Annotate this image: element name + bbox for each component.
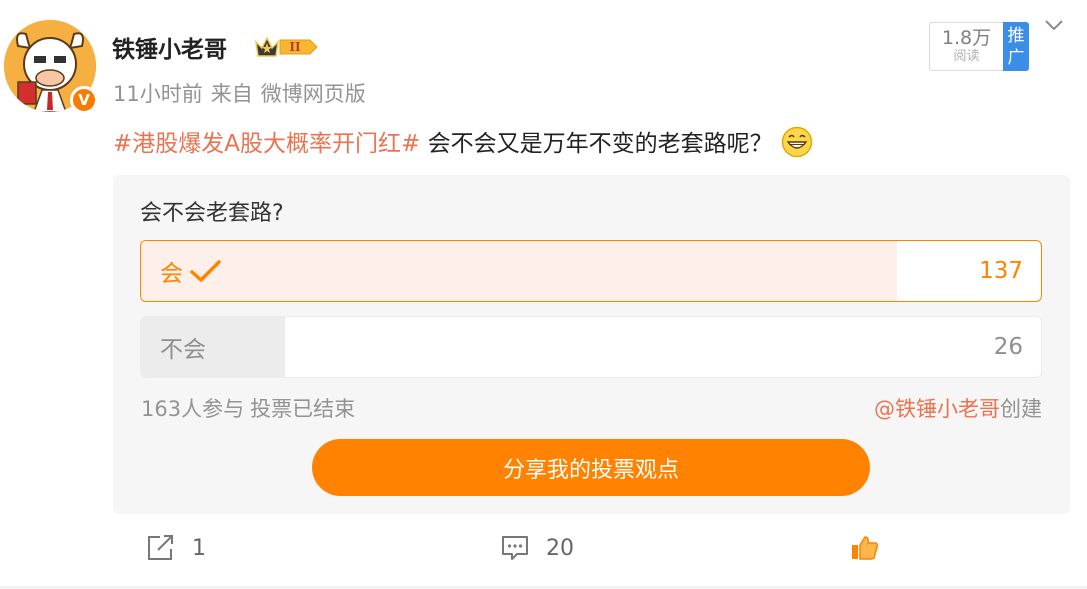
like-button[interactable]	[850, 534, 896, 562]
username[interactable]: 铁锤小老哥	[112, 30, 227, 64]
avatar[interactable]: V	[4, 20, 98, 114]
forward-button[interactable]: 1	[146, 534, 206, 562]
share-vote-button[interactable]: 分享我的投票观点	[312, 439, 870, 496]
poll-card: 会不会老套路? 会 137 不会 26 163人参与 投票已结束 @铁锤小老哥创建…	[113, 175, 1070, 514]
poll-option-yes-bar	[141, 241, 897, 301]
comment-count: 20	[546, 535, 574, 561]
verified-badge-icon: V	[70, 86, 98, 114]
chevron-down-icon[interactable]	[1043, 14, 1065, 36]
action-bar: 1 20	[0, 528, 1087, 578]
poll-option-yes[interactable]: 会 137	[140, 240, 1042, 302]
thumbs-up-icon	[852, 536, 879, 560]
poll-creator: @铁锤小老哥创建	[874, 393, 1042, 423]
poll-option-no-count: 26	[993, 334, 1023, 360]
post-content: #港股爆发A股大概率开门红# 会不会又是万年不变的老套路呢？	[113, 124, 813, 161]
comment-button[interactable]: 20	[500, 534, 574, 562]
read-label: 阅读	[953, 49, 980, 64]
post-meta: 11小时前 来自 微博网页版	[113, 78, 374, 108]
poll-participants: 163人参与	[141, 397, 245, 421]
poll-status: 投票已结束	[250, 397, 356, 421]
poll-creator-suffix: 创建	[1000, 397, 1042, 421]
read-count: 1.8万	[941, 27, 992, 49]
checkmark-icon	[190, 260, 221, 282]
post-time[interactable]: 11小时前	[113, 82, 203, 106]
poll-option-yes-count: 137	[979, 258, 1023, 284]
vip-crown-badge-icon[interactable]: II	[254, 34, 320, 60]
promote-button[interactable]: 推广	[1003, 22, 1029, 71]
forward-count: 1	[192, 535, 206, 561]
poll-summary: 163人参与 投票已结束	[141, 393, 361, 423]
source-prefix: 来自	[210, 82, 253, 106]
read-count-box: 1.8万 阅读	[929, 22, 1003, 71]
comment-icon	[502, 536, 528, 560]
poll-option-no-label: 不会	[160, 337, 206, 363]
poll-question: 会不会老套路?	[140, 201, 284, 226]
poll-creator-link[interactable]: @铁锤小老哥	[874, 397, 1000, 421]
poll-option-yes-label: 会	[160, 261, 183, 287]
forward-icon	[148, 535, 173, 560]
grin-emoji-icon	[781, 126, 813, 158]
vip-level: II	[289, 40, 301, 54]
poll-option-no[interactable]: 不会 26	[140, 316, 1042, 378]
post-source[interactable]: 微博网页版	[261, 82, 366, 106]
post-body: 会不会又是万年不变的老套路呢？	[420, 131, 773, 157]
topic-link[interactable]: #港股爆发A股大概率开门红#	[113, 131, 420, 157]
